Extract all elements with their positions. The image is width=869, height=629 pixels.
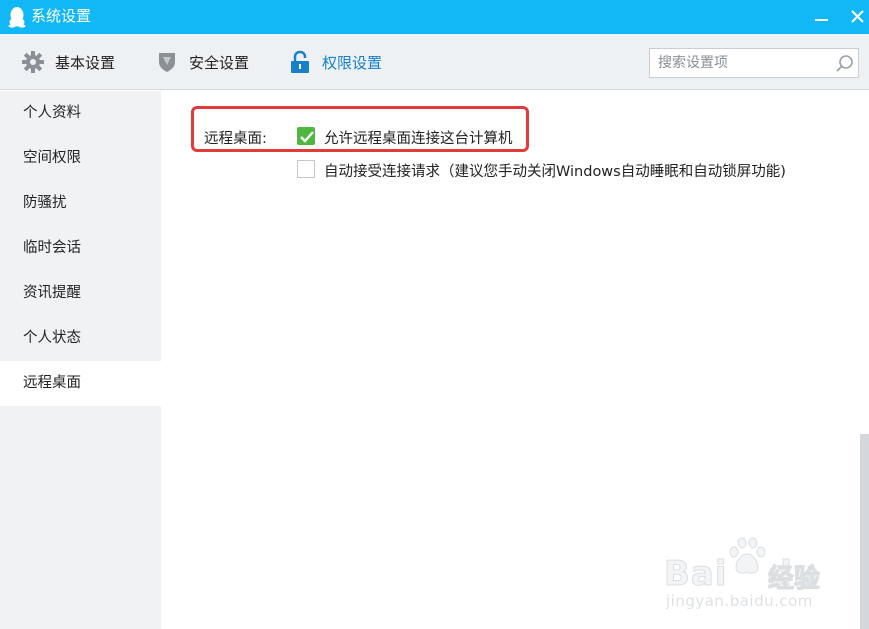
sidebar-item-news-reminder[interactable]: 资讯提醒 (0, 271, 161, 316)
auto-accept-checkbox[interactable] (297, 160, 315, 178)
minimize-button[interactable] (804, 0, 838, 34)
search-input[interactable] (658, 53, 828, 73)
sidebar: 个人资料 空间权限 防骚扰 临时会话 资讯提醒 个人状态 远程桌面 (0, 91, 161, 629)
close-button[interactable] (840, 0, 869, 34)
tab-permission-settings-label: 权限设置 (322, 53, 383, 72)
allow-remote-desktop-checkbox[interactable] (297, 127, 315, 145)
lock-icon (291, 50, 309, 73)
title-bar: 系统设置 (0, 0, 869, 34)
gear-icon (22, 51, 44, 73)
tab-basic-settings-label: 基本设置 (55, 53, 116, 72)
tab-security-settings[interactable]: 安全设置 (155, 34, 249, 90)
tab-permission-settings[interactable]: 权限设置 (288, 34, 382, 90)
allow-remote-desktop-label[interactable]: 允许远程桌面连接这台计算机 (324, 127, 513, 148)
checkmark-icon (300, 131, 314, 143)
shield-icon (159, 53, 175, 72)
settings-toolbar: 基本设置 安全设置 权限设置 (0, 34, 869, 90)
window-title: 系统设置 (31, 7, 92, 25)
sidebar-item-profile[interactable]: 个人资料 (0, 91, 161, 136)
sidebar-item-space-permission[interactable]: 空间权限 (0, 136, 161, 181)
search-icon[interactable] (835, 54, 855, 74)
remote-desktop-label: 远程桌面: (204, 131, 267, 147)
sidebar-item-personal-status[interactable]: 个人状态 (0, 316, 161, 361)
tab-security-settings-label: 安全设置 (189, 53, 250, 72)
tab-basic-settings[interactable]: 基本设置 (21, 34, 115, 90)
close-icon (851, 10, 864, 23)
sidebar-item-remote-desktop[interactable]: 远程桌面 (0, 361, 161, 406)
search-box (649, 48, 859, 78)
auto-accept-label[interactable]: 自动接受连接请求（建议您手动关闭Windows自动睡眠和自动锁屏功能) (324, 160, 786, 181)
sidebar-item-anti-harassment[interactable]: 防骚扰 (0, 181, 161, 226)
remote-desktop-panel: 远程桌面: 允许远程桌面连接这台计算机 自动接受连接请求（建议您手动关闭Wind… (161, 91, 869, 629)
sidebar-item-temp-session[interactable]: 临时会话 (0, 226, 161, 271)
qq-penguin-icon (8, 7, 26, 28)
scrollbar[interactable] (860, 434, 869, 629)
